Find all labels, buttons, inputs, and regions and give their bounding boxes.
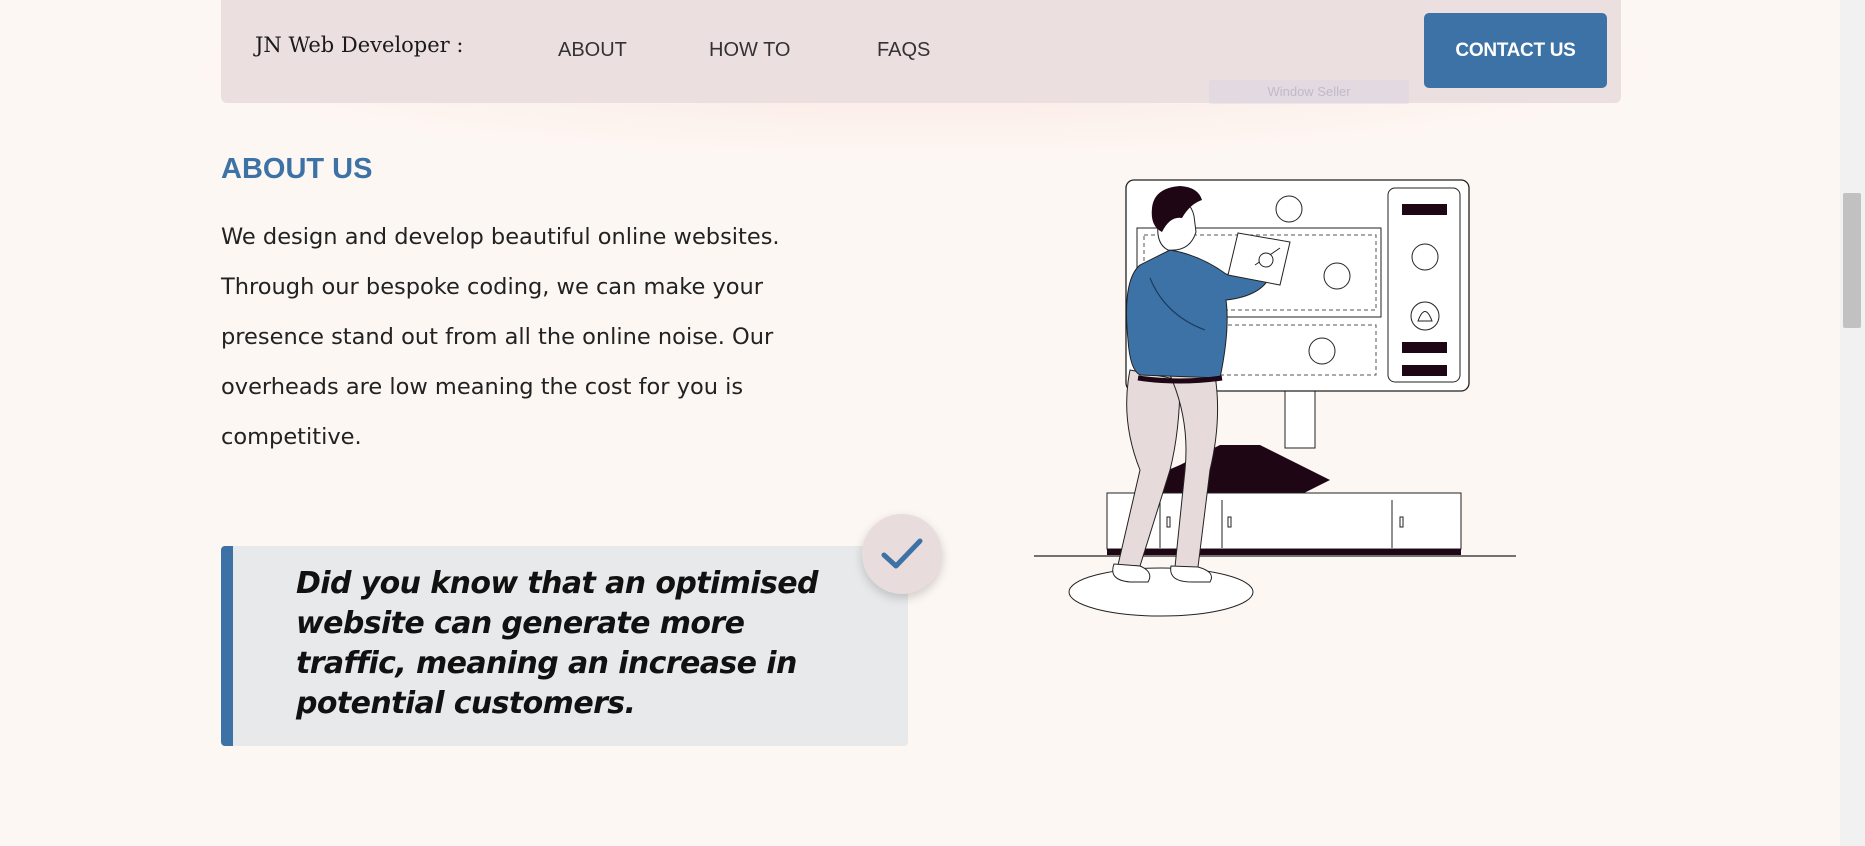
info-callout: Did you know that an optimised website c… (221, 546, 908, 746)
navbar: JN Web Developer : ABOUT HOW TO FAQS Win… (221, 0, 1621, 104)
nav-link-how-to[interactable]: HOW TO (709, 39, 790, 62)
checkmark-badge (862, 514, 942, 594)
checkmark-icon (881, 538, 923, 569)
callout-text: Did you know that an optimised website c… (296, 566, 818, 721)
nav-link-faqs[interactable]: FAQS (877, 39, 930, 62)
scrollbar-thumb[interactable] (1843, 193, 1861, 328)
developer-at-board-illustration (1034, 179, 1516, 617)
nav-link-about[interactable]: ABOUT (558, 39, 627, 62)
faded-button: Window Seller (1209, 80, 1409, 104)
about-title: ABOUT US (221, 153, 373, 185)
contact-us-button[interactable]: CONTACT US (1424, 13, 1607, 88)
scrollbar-track[interactable] (1840, 0, 1865, 846)
about-description: We design and develop beautiful online w… (221, 224, 780, 450)
brand-logo[interactable]: JN Web Developer : (255, 33, 463, 57)
developer-illustration (1030, 170, 1530, 634)
